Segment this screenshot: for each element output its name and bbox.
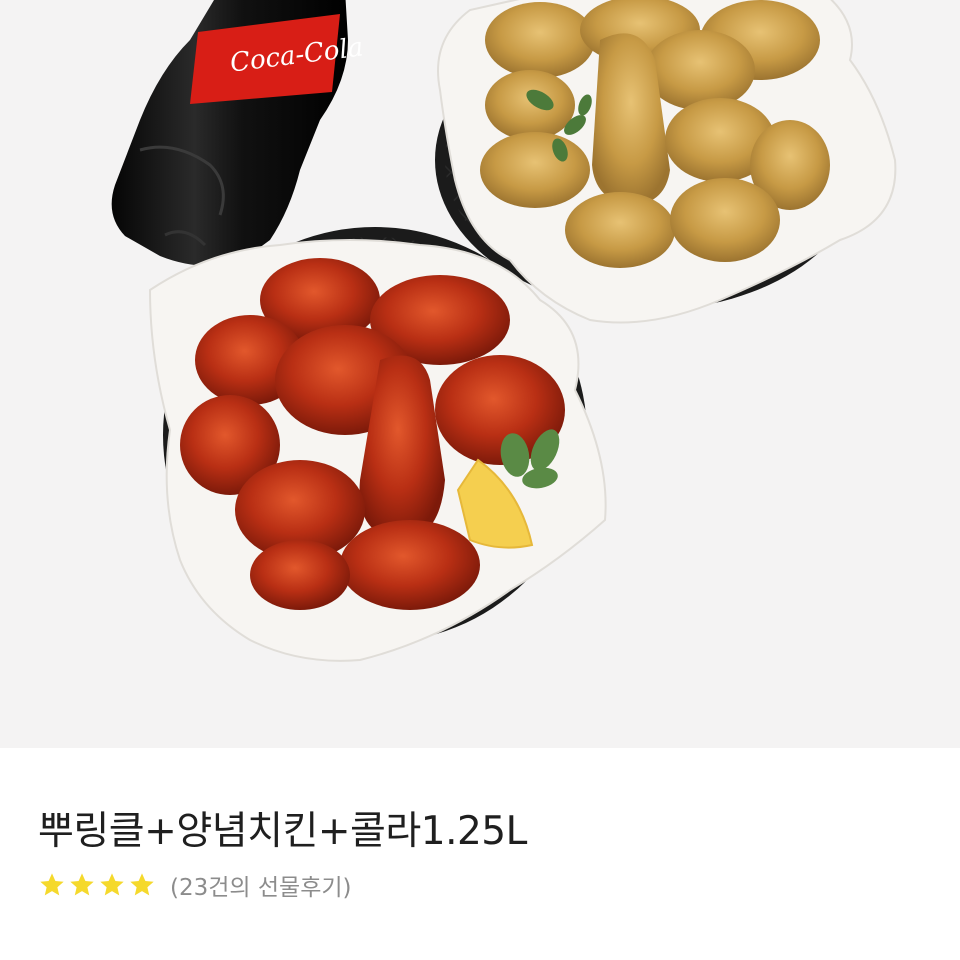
star-rating: [38, 871, 158, 899]
star-icon: [100, 873, 124, 896]
product-title[interactable]: 뿌링클+양념치킨+콜라1.25L: [38, 800, 527, 856]
rating-row[interactable]: (23건의 선물후기): [38, 868, 351, 902]
star-icon: [40, 873, 64, 896]
yangnyeom-basket: [148, 227, 607, 662]
product-info: 뿌링클+양념치킨+콜라1.25L (23건의 선물후기): [0, 748, 960, 960]
review-count[interactable]: (23건의 선물후기): [170, 868, 351, 902]
cola-bottle: Coca-Cola: [111, 0, 365, 266]
star-icon: [130, 873, 154, 896]
star-icon: [70, 873, 94, 896]
product-image[interactable]: Coca-Cola: [0, 0, 960, 748]
product-photo-illustration: Coca-Cola: [111, 0, 897, 662]
product-card[interactable]: Coca-Cola 뿌링클+양념치킨+콜라1.25L (23건의 선물후기): [0, 0, 960, 960]
